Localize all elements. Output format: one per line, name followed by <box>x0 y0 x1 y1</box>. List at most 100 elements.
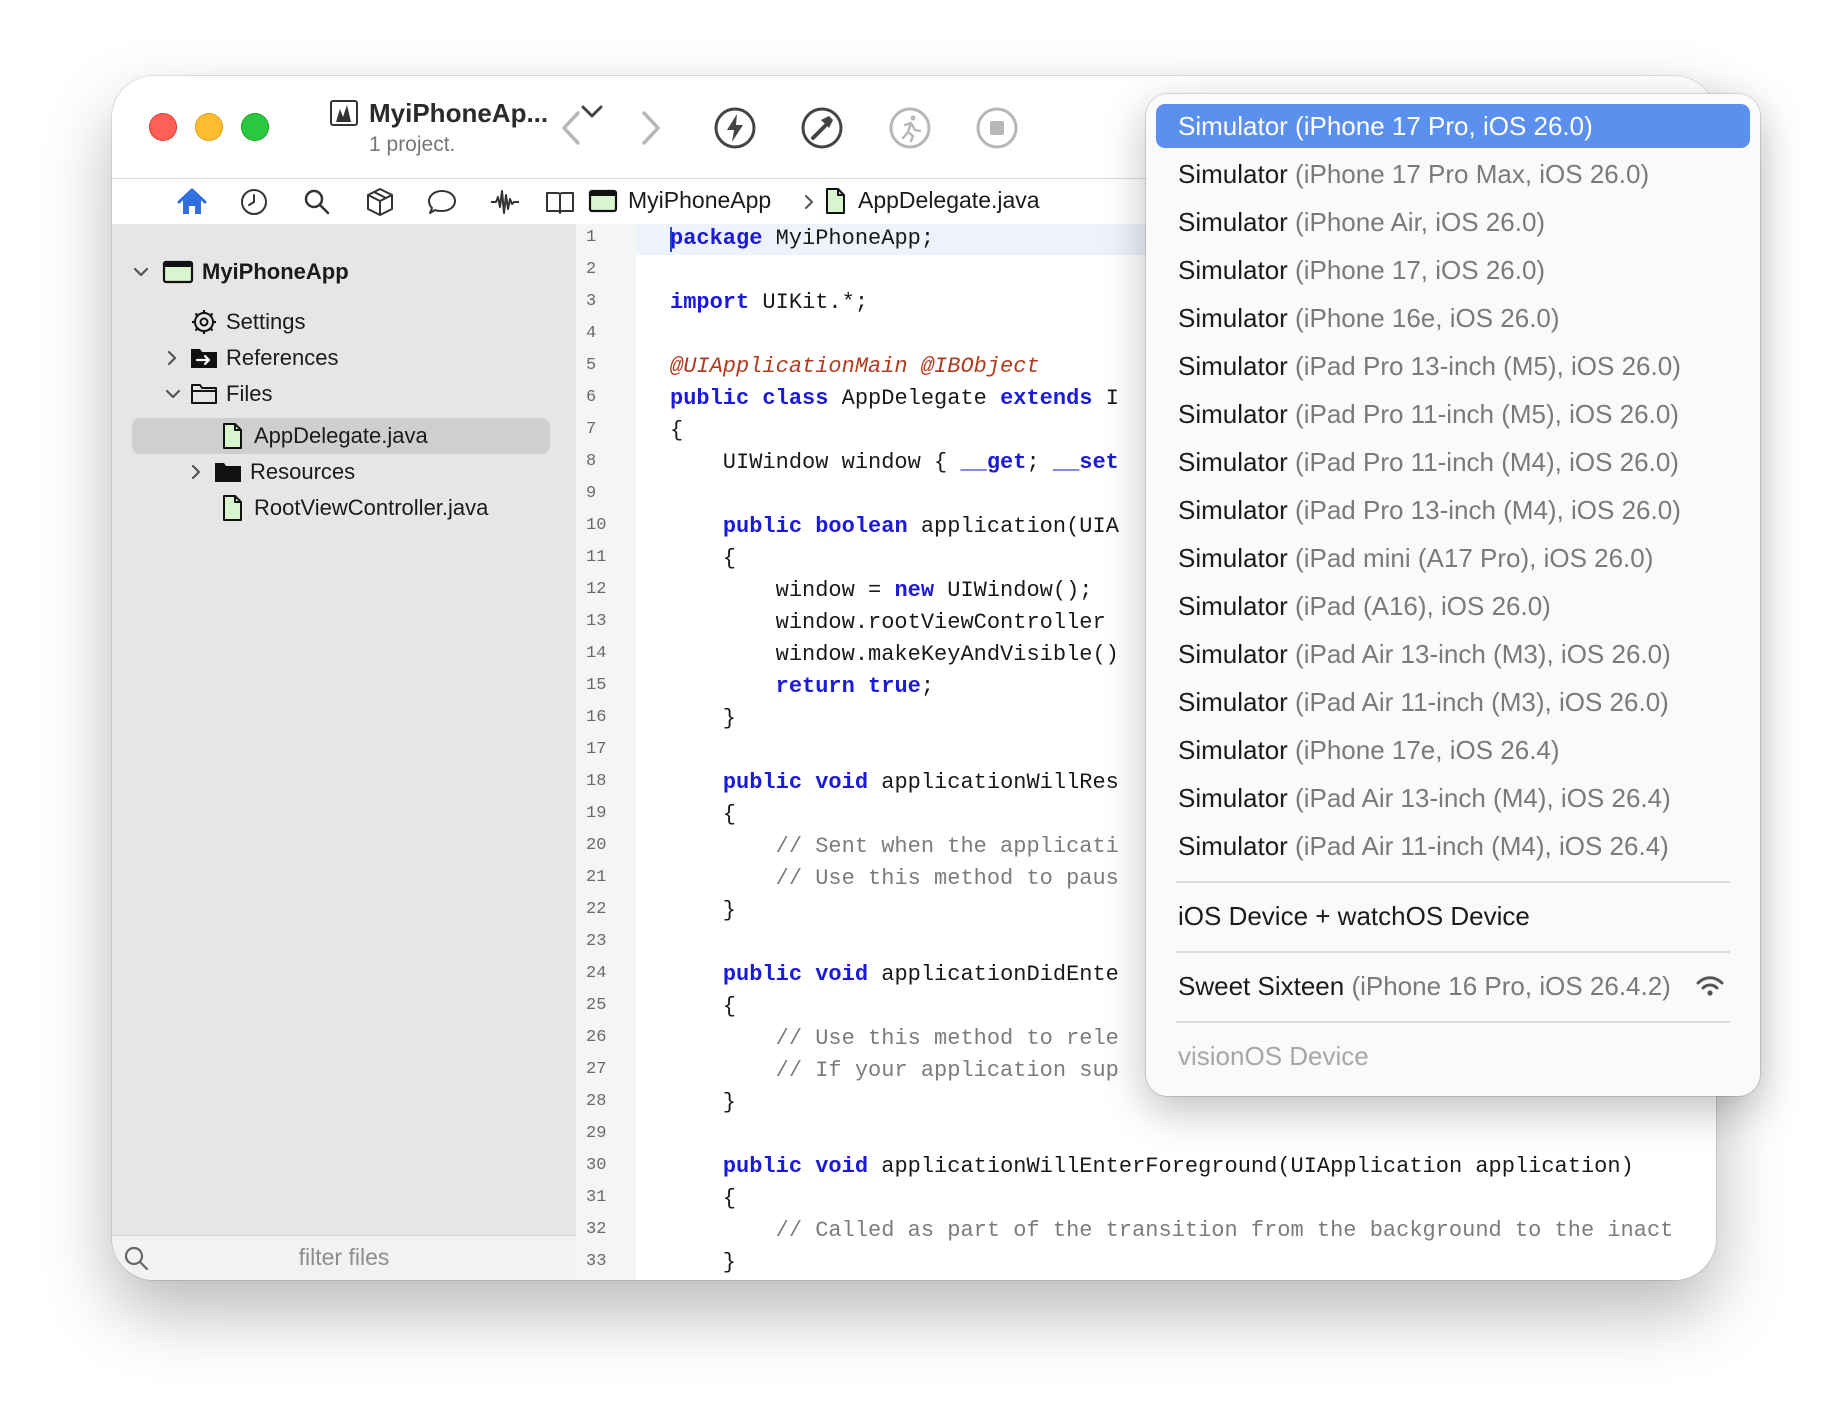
filter-bar: filter files <box>112 1235 576 1280</box>
device-option-physical[interactable]: Sweet Sixteen (iPhone 16 Pro, iOS 26.4.2… <box>1156 964 1750 1008</box>
zoom-window-button[interactable] <box>241 113 269 141</box>
device-option[interactable]: Simulator (iPhone Air, iOS 26.0) <box>1156 200 1750 244</box>
search-icon[interactable] <box>301 187 333 217</box>
line-number: 14 <box>586 644 607 663</box>
chevron-right-icon[interactable] <box>164 349 180 367</box>
code-keyword: extends <box>1000 386 1093 411</box>
project-title[interactable]: MyiPhoneAp... <box>369 98 548 129</box>
device-option-label: Simulator (iPad Pro 13-inch (M5), iOS 26… <box>1178 344 1681 388</box>
breadcrumb-project[interactable]: MyiPhoneApp <box>588 187 771 214</box>
tree-root-row[interactable]: MyiPhoneApp <box>132 256 349 288</box>
device-option[interactable]: Simulator (iPhone 16e, iOS 26.0) <box>1156 296 1750 340</box>
line-number: 5 <box>586 356 597 375</box>
close-window-button[interactable] <box>149 113 177 141</box>
app-window-icon <box>162 260 194 284</box>
device-detail: (iPhone 16 Pro, iOS 26.4.2) <box>1344 971 1671 1001</box>
run-icon[interactable] <box>887 105 933 151</box>
forward-arrow-icon[interactable] <box>626 105 672 151</box>
wifi-icon <box>1696 976 1724 996</box>
device-option[interactable]: Simulator (iPad Air 11-inch (M3), iOS 26… <box>1156 680 1750 724</box>
folder-filled-icon <box>215 463 241 482</box>
device-option-group[interactable]: iOS Device + watchOS Device <box>1156 894 1750 938</box>
lightning-icon[interactable] <box>712 105 758 151</box>
chevron-down-icon[interactable] <box>164 385 182 403</box>
line-number: 18 <box>586 772 607 791</box>
line-number: 11 <box>586 548 607 567</box>
device-option[interactable]: Simulator (iPhone 17 Pro, iOS 26.0) <box>1156 104 1750 148</box>
references-folder-icon <box>191 349 217 368</box>
book-icon[interactable] <box>544 187 576 217</box>
minimize-window-button[interactable] <box>195 113 223 141</box>
device-option[interactable]: Simulator (iPad Air 13-inch (M4), iOS 26… <box>1156 776 1750 820</box>
device-detail: (iPhone 17, iOS 26.0) <box>1287 255 1546 285</box>
filter-files-input[interactable]: filter files <box>112 1244 576 1271</box>
device-detail: (iPad Pro 11-inch (M5), iOS 26.0) <box>1287 399 1679 429</box>
device-option[interactable]: Simulator (iPad Pro 13-inch (M4), iOS 26… <box>1156 488 1750 532</box>
device-option[interactable]: Simulator (iPad Pro 11-inch (M5), iOS 26… <box>1156 392 1750 436</box>
code-text: UIWindow window { <box>670 450 961 475</box>
line-number: 10 <box>586 516 607 535</box>
stop-icon[interactable] <box>974 105 1020 151</box>
line-number: 1 <box>586 228 597 247</box>
device-kind: Simulator <box>1178 111 1288 141</box>
tree-item-resources[interactable]: Resources <box>188 456 355 488</box>
code-text: AppDelegate <box>828 386 1001 411</box>
tree-item-references[interactable]: References <box>164 342 339 374</box>
code-line: { <box>670 546 737 571</box>
device-option[interactable]: Simulator (iPad Air 13-inch (M3), iOS 26… <box>1156 632 1750 676</box>
device-option[interactable]: Simulator (iPad mini (A17 Pro), iOS 26.0… <box>1156 536 1750 580</box>
code-line: public boolean application(UIA <box>670 513 1119 541</box>
code-keyword: public void <box>722 1154 869 1179</box>
device-detail: (iPad Air 13-inch (M3), iOS 26.0) <box>1287 639 1671 669</box>
device-option[interactable]: Simulator (iPad Pro 11-inch (M4), iOS 26… <box>1156 440 1750 484</box>
tree-item-rootviewcontroller[interactable]: RootViewController.java <box>218 492 488 524</box>
line-number: 21 <box>586 868 607 887</box>
code-comment: // If your application sup <box>670 1058 1119 1083</box>
line-number: 24 <box>586 964 607 983</box>
breadcrumb-file[interactable]: AppDelegate.java <box>824 187 1040 214</box>
device-option[interactable]: Simulator (iPhone 17 Pro Max, iOS 26.0) <box>1156 152 1750 196</box>
device-option[interactable]: Simulator (iPad Pro 13-inch (M5), iOS 26… <box>1156 344 1750 388</box>
tree-item-files[interactable]: Files <box>164 378 272 410</box>
device-detail: (iPad Pro 13-inch (M4), iOS 26.0) <box>1287 495 1681 525</box>
tree-item-appdelegate[interactable]: AppDelegate.java <box>218 420 428 452</box>
device-kind: Simulator <box>1178 735 1288 765</box>
code-line: { <box>670 994 737 1019</box>
chevron-down-icon[interactable] <box>132 263 150 281</box>
code-keyword: public void <box>722 770 869 795</box>
home-icon[interactable] <box>176 187 208 217</box>
tree-item-settings[interactable]: Settings <box>190 306 306 338</box>
java-file-icon <box>826 187 845 214</box>
speech-bubble-icon[interactable] <box>426 187 458 217</box>
device-kind: Simulator <box>1178 159 1288 189</box>
app-window-icon <box>588 189 618 212</box>
waveform-icon[interactable] <box>489 187 521 217</box>
chevron-right-icon[interactable] <box>188 463 204 481</box>
code-keyword: import <box>670 290 750 315</box>
back-arrow-icon[interactable] <box>550 105 596 151</box>
history-clock-icon[interactable] <box>238 187 270 217</box>
device-option-label: iOS Device + watchOS Device <box>1178 901 1530 931</box>
device-menu: Simulator (iPhone 17 Pro, iOS 26.0) Simu… <box>1146 94 1760 1096</box>
code-line: window.makeKeyAndVisible() <box>670 642 1119 667</box>
device-option[interactable]: Simulator (iPhone 17, iOS 26.0) <box>1156 248 1750 292</box>
device-option[interactable]: Simulator (iPhone 17e, iOS 26.4) <box>1156 728 1750 772</box>
device-detail: (iPad (A16), iOS 26.0) <box>1287 591 1551 621</box>
code-text: UIWindow(); <box>934 578 1093 603</box>
device-option[interactable]: Simulator (iPad Air 11-inch (M4), iOS 26… <box>1156 824 1750 868</box>
build-hammer-icon[interactable] <box>799 105 845 151</box>
code-line: } <box>670 898 737 923</box>
device-option-label: visionOS Device <box>1178 1041 1369 1071</box>
device-kind: Simulator <box>1178 495 1288 525</box>
device-option-label: Simulator (iPhone 17 Pro, iOS 26.0) <box>1178 104 1593 148</box>
tree-item-label: RootViewController.java <box>254 495 489 520</box>
line-number: 16 <box>586 708 607 727</box>
device-option[interactable]: Simulator (iPad (A16), iOS 26.0) <box>1156 584 1750 628</box>
gear-icon <box>192 310 216 334</box>
package-cube-icon[interactable] <box>364 187 396 217</box>
code-line: package MyiPhoneApp; <box>670 225 934 253</box>
code-comment: // Sent when the applicati <box>670 834 1119 859</box>
